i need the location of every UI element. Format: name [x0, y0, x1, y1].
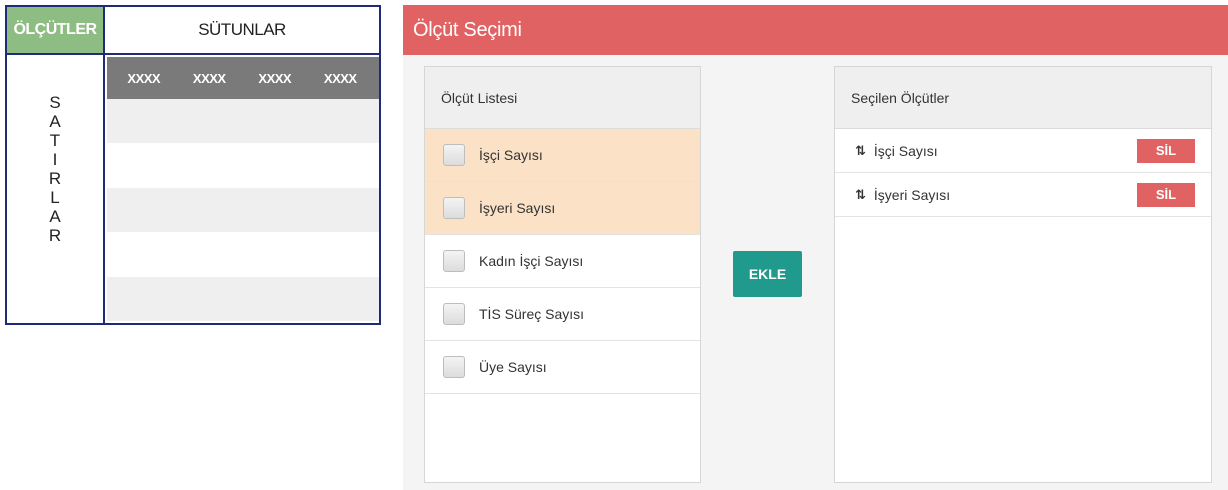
selected-criteria-box: Seçilen Ölçütler ⇅ İşçi Sayısı SİL ⇅ İşy… — [834, 66, 1212, 483]
column-placeholder: XXXX — [127, 70, 161, 86]
satirlar-letter: S — [49, 93, 61, 112]
selected-criteria-item: ⇅ İşçi Sayısı SİL — [835, 129, 1211, 173]
selected-criteria-header: Seçilen Ölçütler — [835, 67, 1211, 129]
checkbox-icon[interactable] — [443, 197, 465, 219]
criteria-list-header: Ölçüt Listesi — [425, 67, 700, 129]
checkbox-icon[interactable] — [443, 303, 465, 325]
criteria-item-label: İşçi Sayısı — [479, 147, 543, 163]
criteria-item[interactable]: İşyeri Sayısı — [425, 182, 700, 235]
add-button[interactable]: EKLE — [733, 251, 802, 297]
criteria-panel: Ölçüt Seçimi Ölçüt Listesi İşçi Sayısı İ… — [403, 5, 1228, 490]
column-placeholder: XXXX — [192, 70, 226, 86]
selected-criteria-label: İşçi Sayısı — [873, 142, 938, 159]
satirlar-letter: R — [48, 226, 62, 245]
criteria-item[interactable]: Kadın İşçi Sayısı — [425, 235, 700, 288]
sort-icon[interactable]: ⇅ — [855, 143, 866, 159]
grid-row — [107, 232, 379, 276]
panel-title: Ölçüt Seçimi — [403, 5, 1228, 55]
criteria-item-label: TİS Süreç Sayısı — [479, 306, 585, 322]
criteria-item-label: Kadın İşçi Sayısı — [479, 253, 584, 269]
checkbox-icon[interactable] — [443, 144, 465, 166]
pivot-grid: ÖLÇÜTLER SÜTUNLAR S A T I R L A R XXXX X… — [5, 5, 381, 325]
criteria-list-box: Ölçüt Listesi İşçi Sayısı İşyeri Sayısı … — [424, 66, 701, 483]
remove-button[interactable]: SİL — [1137, 182, 1195, 207]
grid-row — [107, 187, 379, 233]
column-placeholder: XXXX — [323, 70, 357, 86]
selected-criteria-item: ⇅ İşyeri Sayısı SİL — [835, 173, 1211, 217]
satirlar-letter: A — [49, 207, 61, 226]
satirlar-letter: L — [50, 188, 60, 207]
selected-criteria-label: İşyeri Sayısı — [873, 186, 951, 203]
satirlar-letter: I — [52, 150, 58, 169]
satirlar-letter: A — [49, 112, 61, 131]
sutunlar-header: SÜTUNLAR — [105, 7, 379, 55]
criteria-item-label: İşyeri Sayısı — [479, 200, 556, 216]
column-header-row: XXXX XXXX XXXX XXXX — [107, 57, 379, 99]
sort-icon[interactable]: ⇅ — [855, 187, 866, 203]
satirlar-label: S A T I R L A R — [7, 55, 105, 323]
grid-row — [107, 99, 379, 144]
olcutler-header: ÖLÇÜTLER — [7, 7, 105, 55]
grid-columns: XXXX XXXX XXXX XXXX — [107, 57, 379, 323]
criteria-item[interactable]: TİS Süreç Sayısı — [425, 288, 700, 341]
checkbox-icon[interactable] — [443, 250, 465, 272]
criteria-item[interactable]: Üye Sayısı — [425, 341, 700, 394]
grid-row — [107, 276, 379, 321]
satirlar-letter: T — [49, 131, 61, 150]
criteria-item-label: Üye Sayısı — [479, 359, 547, 375]
checkbox-icon[interactable] — [443, 356, 465, 378]
criteria-item[interactable]: İşçi Sayısı — [425, 129, 700, 182]
column-placeholder: XXXX — [258, 70, 292, 86]
grid-row — [107, 143, 379, 187]
remove-button[interactable]: SİL — [1137, 138, 1195, 163]
satirlar-letter: R — [48, 169, 62, 188]
